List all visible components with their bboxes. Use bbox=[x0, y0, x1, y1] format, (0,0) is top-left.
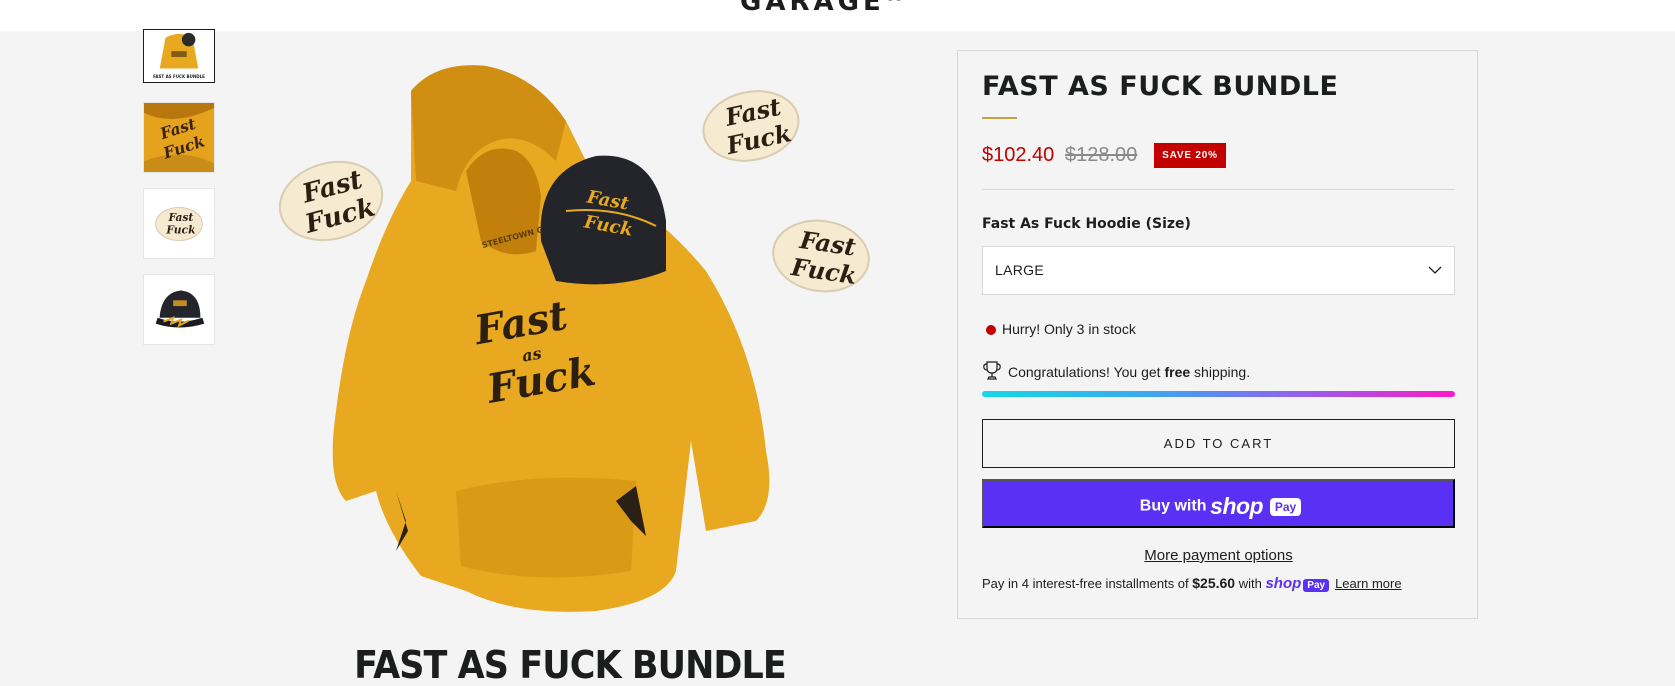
save-badge: SAVE 20% bbox=[1154, 143, 1226, 168]
thumb-sticker-text: Fuck bbox=[165, 224, 195, 237]
site-logo[interactable]: GARAGECo bbox=[740, 0, 904, 17]
thumbnail-2[interactable]: Fast Fuck bbox=[143, 102, 215, 173]
size-option-label: Fast As Fuck Hoodie (Size) bbox=[982, 216, 1191, 232]
stock-text: Hurry! Only 3 in stock bbox=[1002, 321, 1136, 337]
size-select[interactable]: LARGE bbox=[982, 246, 1455, 295]
thumb-caption: FAST AS FUCK BUNDLE bbox=[153, 74, 205, 79]
product-info-panel: FAST AS FUCK BUNDLE $102.40 $128.00 SAVE… bbox=[957, 50, 1478, 619]
logo-text: GARAGE bbox=[740, 0, 885, 17]
title-divider bbox=[982, 117, 1017, 119]
pay-badge: Pay bbox=[1269, 497, 1302, 516]
stock-dot-icon bbox=[986, 325, 996, 335]
image-caption: FAST AS FUCK BUNDLE bbox=[354, 643, 787, 686]
chevron-down-icon bbox=[1428, 266, 1442, 274]
add-to-cart-button[interactable]: ADD TO CART bbox=[982, 419, 1455, 468]
more-payment-options-link[interactable]: More payment options bbox=[982, 547, 1455, 564]
hoodie-closeup-thumb-image: Fast Fuck bbox=[144, 103, 214, 172]
shipping-progress-bar bbox=[982, 391, 1455, 397]
thumbnail-4[interactable] bbox=[143, 274, 215, 345]
thumbnail-3[interactable]: Fast Fuck bbox=[143, 188, 215, 259]
sticker-right: Fast Fuck bbox=[772, 219, 870, 293]
product-title: FAST AS FUCK BUNDLE bbox=[982, 71, 1339, 102]
bundle-photo: Fast as Fuck STEELTOWN GARAGE Fast Fuck … bbox=[278, 65, 870, 612]
sticker-thumb-image: Fast Fuck bbox=[144, 189, 214, 258]
hat-thumb-image bbox=[144, 275, 214, 344]
shipping-message: Congratulations! You get free shipping. bbox=[1008, 364, 1251, 380]
logo-sup: Co bbox=[885, 0, 904, 3]
divider bbox=[982, 189, 1455, 190]
trophy-icon bbox=[983, 361, 1001, 380]
installments-message: Pay in 4 interest-free installments of $… bbox=[982, 575, 1402, 592]
shop-pay-buy-label: Buy with bbox=[1139, 497, 1207, 515]
learn-more-link[interactable]: Learn more bbox=[1335, 576, 1401, 591]
shop-logo-text: shop bbox=[1210, 493, 1264, 519]
sale-price: $102.40 bbox=[982, 144, 1055, 166]
shop-pay-logo-text: shop bbox=[1265, 575, 1302, 592]
main-product-image[interactable]: Fast as Fuck STEELTOWN GARAGE Fast Fuck … bbox=[236, 31, 904, 686]
compare-price: $128.00 bbox=[1065, 144, 1138, 166]
thumb-sticker-text: Fast bbox=[167, 211, 193, 224]
hoodie-thumb-image: FAST AS FUCK BUNDLE bbox=[144, 30, 214, 82]
sticker-top-right: Fast Fuck bbox=[702, 90, 800, 162]
pay-badge-small: Pay bbox=[1303, 579, 1330, 592]
site-header: GARAGECo bbox=[0, 0, 1675, 31]
shop-pay-button[interactable]: Buy with shop Pay bbox=[982, 479, 1455, 528]
thumbnail-1[interactable]: FAST AS FUCK BUNDLE bbox=[143, 29, 215, 83]
sticker-left: Fast Fuck bbox=[278, 160, 384, 242]
free-shipping-bar: Congratulations! You get free shipping. bbox=[982, 360, 1455, 400]
size-select-value: LARGE bbox=[995, 262, 1044, 278]
